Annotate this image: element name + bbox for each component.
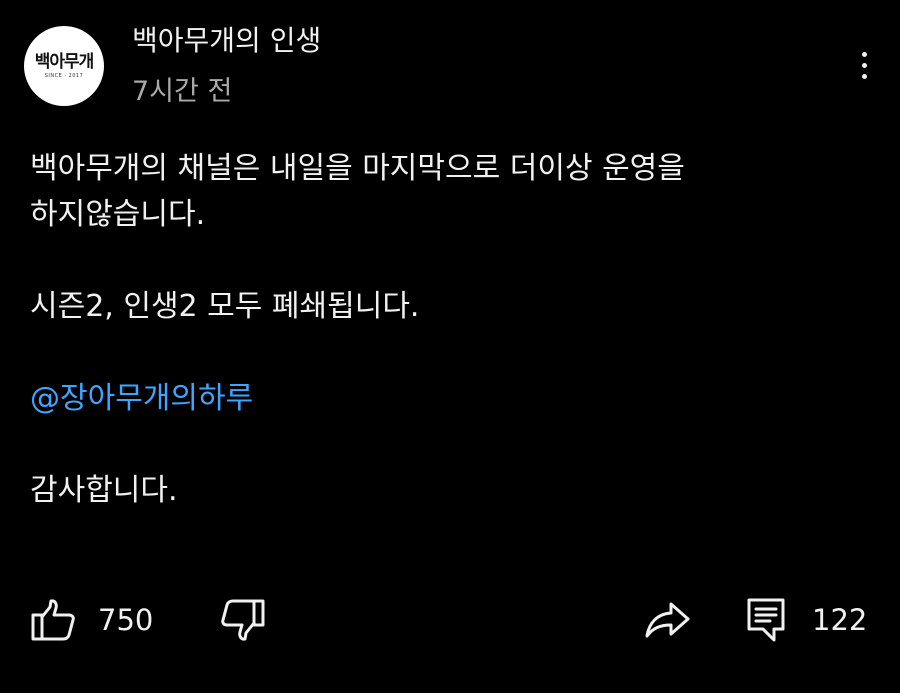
comment-icon <box>747 598 785 642</box>
thumbs-down-icon <box>221 599 265 641</box>
more-options-button[interactable] <box>846 40 882 90</box>
avatar-logo-subtext: SINCE · 2017 <box>44 72 84 79</box>
post-timestamp: 7시간 전 <box>132 76 233 107</box>
avatar-logo-text: 백아무개 <box>34 51 95 72</box>
comment-button[interactable] <box>744 596 788 644</box>
post-text-line: 감사합니다. <box>30 473 178 508</box>
like-button[interactable] <box>30 598 76 642</box>
menu-dot <box>861 73 867 79</box>
share-icon <box>645 602 690 638</box>
channel-name[interactable]: 백아무개의 인생 <box>132 24 321 58</box>
like-count: 750 <box>98 603 154 637</box>
comment-count: 122 <box>812 603 868 637</box>
post-text-line: 백아무개의 채널은 내일을 마지막으로 더이상 운영을 <box>30 151 685 186</box>
menu-dot <box>861 62 867 68</box>
share-button[interactable] <box>644 598 692 642</box>
post-body: 백아무개의 채널은 내일을 마지막으로 더이상 운영을 하지않습니다. 시즌2,… <box>30 146 870 514</box>
channel-mention-link[interactable]: @장아무개의하루 <box>30 381 253 416</box>
dislike-button[interactable] <box>220 598 266 642</box>
channel-avatar[interactable]: 백아무개 SINCE · 2017 <box>24 26 104 106</box>
thumbs-up-icon <box>31 599 75 641</box>
post-text-line: 시즌2, 인생2 모두 폐쇄됩니다. <box>30 289 420 324</box>
more-vertical-icon <box>861 51 867 57</box>
post-text-line: 하지않습니다. <box>30 197 206 232</box>
